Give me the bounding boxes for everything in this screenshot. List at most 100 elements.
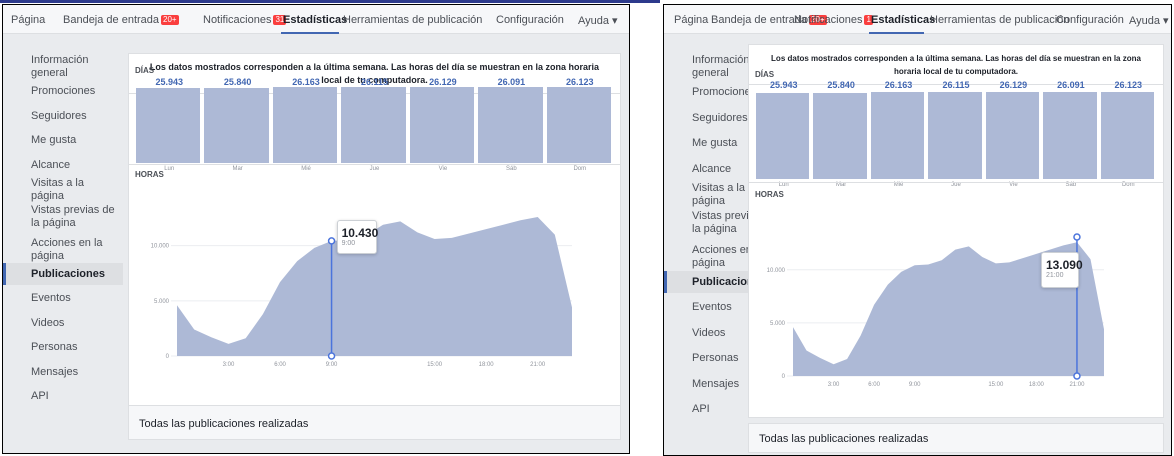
sidebar-item[interactable]: Me gusta <box>3 130 123 152</box>
x-tick-label: 15:00 <box>988 382 1004 388</box>
sidebar-item[interactable]: Promociones <box>3 81 123 103</box>
sidebar-item[interactable]: Alcance <box>3 154 123 176</box>
x-tick-label: 21:00 <box>530 362 546 368</box>
nav-settings-link-label: Configuración <box>1056 14 1124 26</box>
top-nav: Página Bandeja de entrada 20+ Notificacione… <box>3 5 629 34</box>
sidebar-item[interactable]: Información general <box>3 54 123 79</box>
day-value-label: 25.840 <box>223 77 252 87</box>
hover-baseline-marker <box>327 352 336 360</box>
hover-tooltip: 10.430 9:00 <box>336 220 379 254</box>
day-bar[interactable] <box>1043 92 1097 179</box>
sidebar-item[interactable]: Eventos <box>3 288 123 310</box>
day-value-label: 26.129 <box>999 80 1028 90</box>
x-tick-label: 3:00 <box>828 382 840 388</box>
comparison-screenshot: Página Bandeja de entrada 20+ Notificacione… <box>0 0 1174 456</box>
nav-notifications-link[interactable]: Notificaciones 31 <box>203 14 287 26</box>
y-tick-label: 0 <box>782 374 786 380</box>
day-value-label: 26.091 <box>1057 80 1085 90</box>
y-tick-label: 10.000 <box>151 244 170 250</box>
day-value-label: 26.163 <box>884 80 913 90</box>
day-value-label: 26.091 <box>497 77 526 87</box>
x-tick-label: 9:00 <box>909 382 921 388</box>
section-divider <box>129 164 620 165</box>
nav-settings-link-label: Configuración <box>496 14 564 26</box>
day-name-label: Jue <box>369 166 380 172</box>
day-value-label: 26.115 <box>360 77 388 87</box>
nav-inbox-link-label: Bandeja de entrada <box>63 14 160 26</box>
all-posts-section-header[interactable]: Todas las publicaciones realizadas <box>128 405 621 440</box>
sidebar-item[interactable]: API <box>3 386 123 408</box>
date-range-notice: Los datos mostrados corresponden a la úl… <box>749 45 1163 85</box>
screenshot-panel-right: Página Bandeja de entrada 20+ Notificacione… <box>663 4 1172 456</box>
nav-notifications-link[interactable]: Notificaciones 1 <box>794 14 873 26</box>
days-section-label: DÍAS <box>755 70 775 79</box>
nav-page-link-label: Página <box>674 14 709 26</box>
day-bar[interactable] <box>409 87 475 163</box>
nav-inbox-link[interactable]: Bandeja de entrada 20+ <box>63 14 179 26</box>
nav-notifications-link-label: Notificaciones <box>203 14 272 26</box>
active-tab-underline <box>281 32 339 34</box>
day-name-label: Mar <box>232 166 243 172</box>
y-tick-label: 0 <box>166 354 170 360</box>
hover-point-marker <box>327 237 336 245</box>
day-bar[interactable] <box>272 87 338 163</box>
sidebar-item[interactable]: Personas <box>3 337 123 359</box>
nav-settings-link[interactable]: Configuración <box>1056 14 1124 26</box>
hover-baseline-marker <box>1073 372 1081 380</box>
nav-insights-tab[interactable]: Estadísticas <box>871 14 935 26</box>
day-bar[interactable] <box>985 92 1040 179</box>
day-name-label: Vie <box>438 166 448 172</box>
day-value-label: 26.115 <box>942 80 970 90</box>
nav-page-link[interactable]: Página <box>11 14 45 26</box>
x-tick-label: 9:00 <box>326 362 338 368</box>
inbox-count-badge: 20+ <box>161 15 179 25</box>
day-bar[interactable] <box>870 92 925 179</box>
hours-area-chart: 0 5.000 10.000 3:00 6:00 9:00 15:00 18:00 21:00 <box>767 233 1104 388</box>
day-value-label: 26.123 <box>566 77 594 87</box>
nav-help-menu[interactable]: Ayuda ▾ <box>578 14 618 27</box>
nav-publishing-tools-link[interactable]: Herramientas de publicación <box>930 14 1069 26</box>
day-bar[interactable] <box>813 93 867 179</box>
day-bar[interactable] <box>546 87 611 163</box>
y-tick-label: 10.000 <box>767 268 786 274</box>
all-posts-section-header[interactable]: Todas las publicaciones realizadas <box>748 423 1164 453</box>
day-bar[interactable] <box>136 88 201 163</box>
nav-publishing-tools-link[interactable]: Herramientas de publicación <box>343 14 482 26</box>
insights-content-card: Los datos mostrados corresponden a la úl… <box>128 53 621 410</box>
top-accent-line <box>0 0 660 3</box>
nav-help-menu[interactable]: Ayuda ▾ <box>1129 14 1169 27</box>
sidebar-item[interactable]: Acciones en la página <box>3 237 123 262</box>
sidebar-item[interactable]: Videos <box>3 312 123 334</box>
x-tick-label: 15:00 <box>427 362 443 368</box>
x-tick-label: 3:00 <box>223 362 235 368</box>
days-section-label: DÍAS <box>135 66 155 75</box>
x-tick-label: 6:00 <box>274 362 286 368</box>
tooltip-value: 10.430 <box>341 226 379 240</box>
nav-page-link-label: Página <box>11 14 46 26</box>
sidebar-item[interactable]: Seguidores <box>3 105 123 127</box>
sidebar-item[interactable]: Publicaciones <box>3 263 123 285</box>
x-tick-label: 21:00 <box>1069 382 1085 388</box>
day-bar[interactable] <box>756 93 810 179</box>
nav-help-menu-label: Ayuda ▾ <box>1129 15 1169 27</box>
tooltip-time: 21:00 <box>1045 272 1064 279</box>
y-tick-label: 5.000 <box>770 321 786 327</box>
y-tick-label: 5.000 <box>154 299 170 305</box>
day-bar[interactable] <box>928 92 982 179</box>
sidebar-item[interactable]: Mensajes <box>3 361 123 383</box>
sidebar-item[interactable]: Vistas previas de la página <box>3 203 123 231</box>
nav-settings-link[interactable]: Configuración <box>496 14 564 26</box>
day-bar[interactable] <box>1100 92 1154 179</box>
insights-content-card: Los datos mostrados corresponden a la úl… <box>748 44 1164 418</box>
nav-page-link[interactable]: Página <box>674 14 708 26</box>
nav-insights-tab[interactable]: Estadísticas <box>283 14 347 26</box>
hours-area-chart: 0 5.000 10.000 3:00 6:00 9:00 15:00 18:00 21:00 <box>151 217 572 368</box>
day-bar[interactable] <box>204 88 269 163</box>
day-value-label: 25.840 <box>827 80 855 90</box>
day-bar[interactable] <box>341 87 406 163</box>
day-value-label: 25.943 <box>155 77 183 87</box>
x-tick-label: 18:00 <box>479 362 495 368</box>
sidebar-item[interactable]: Visitas a la página <box>3 177 123 202</box>
day-name-label: Dom <box>573 166 587 172</box>
day-bar[interactable] <box>478 87 543 163</box>
